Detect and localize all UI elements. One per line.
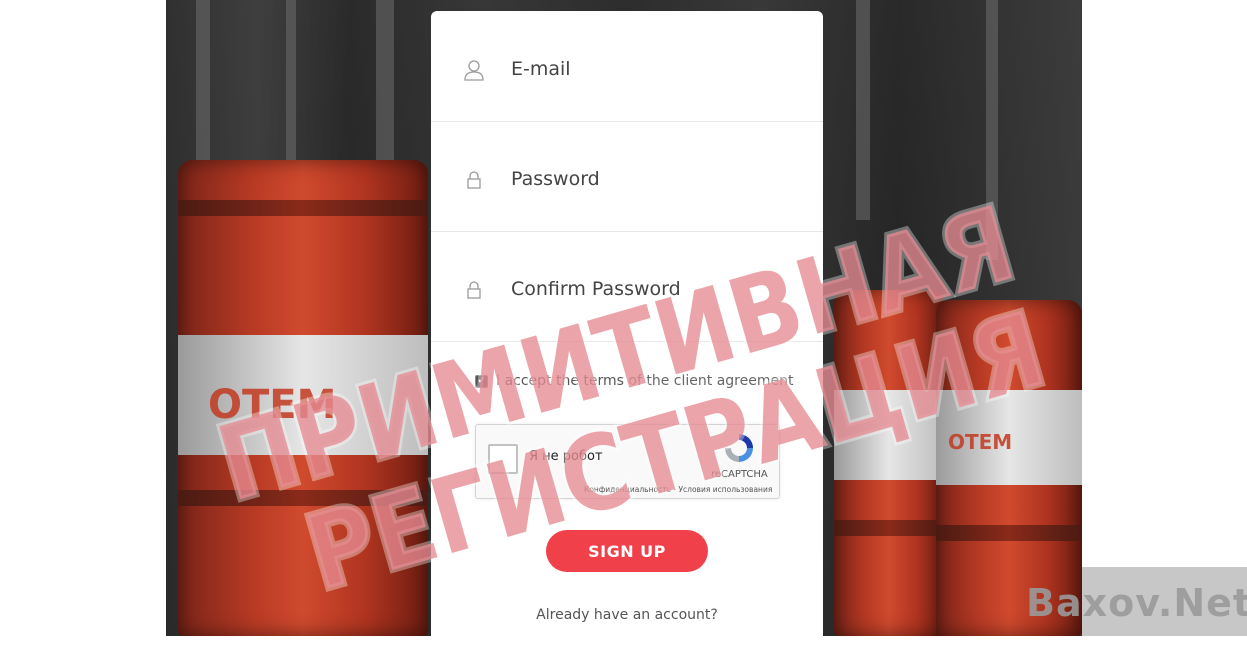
lock-icon [467, 171, 481, 189]
barrel [834, 290, 944, 636]
terms-checkbox[interactable]: ✔ [475, 374, 488, 388]
recaptcha-checkbox[interactable] [488, 444, 518, 474]
recaptcha-widget: Я не робот reCAPTCHA Конфиденциальность … [475, 424, 780, 499]
recaptcha-brand: reCAPTCHA [711, 469, 768, 480]
user-icon [464, 60, 484, 81]
pipe [986, 0, 998, 260]
site-watermark: Baxov.Net [1026, 567, 1247, 636]
signup-card: E-mail Password Confirm Password ✔ I acc… [431, 11, 823, 651]
terms-row: ✔ I accept the terms of the client agree… [475, 373, 793, 389]
watermark-text: Baxov.Net [1026, 581, 1247, 625]
recaptcha-links[interactable]: Конфиденциальность - Условия использован… [584, 485, 772, 494]
terms-text: I accept the terms [496, 373, 624, 389]
barrel: OTEM [178, 160, 428, 636]
pipe [196, 0, 210, 160]
email-field[interactable]: E-mail [431, 11, 823, 122]
recaptcha-logo-icon [725, 434, 753, 462]
confirm-password-field-label: Confirm Password [511, 278, 681, 300]
barrel-brand-logo: OTEM [948, 430, 1013, 454]
terms-link[interactable]: of the client agreement [628, 373, 793, 389]
email-field-label: E-mail [511, 58, 571, 80]
password-field[interactable]: Password [431, 121, 823, 232]
recaptcha-label: Я не робот [529, 449, 603, 464]
pipe [856, 0, 870, 220]
pipe [376, 0, 394, 180]
password-field-label: Password [511, 168, 600, 190]
signup-button[interactable]: SIGN UP [546, 530, 708, 572]
barrel-brand-logo: OTEM [208, 382, 337, 428]
lock-icon [467, 281, 481, 299]
confirm-password-field[interactable]: Confirm Password [431, 231, 823, 342]
already-have-account-link[interactable]: Already have an account? [431, 607, 823, 623]
